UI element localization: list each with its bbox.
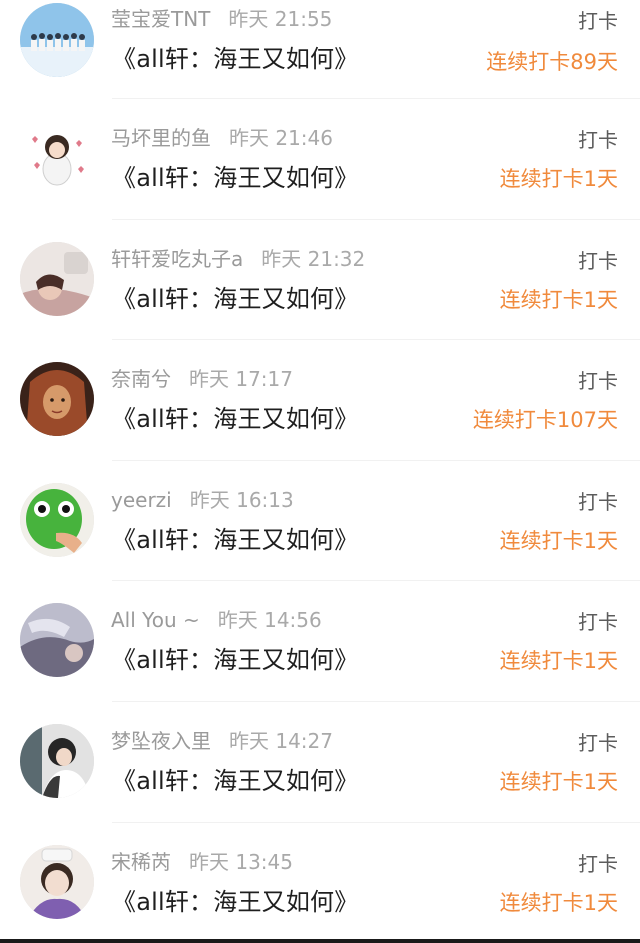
book-title[interactable]: 《all轩：海王又如何》 — [112, 42, 358, 76]
person-photo-avatar-icon — [20, 603, 94, 678]
book-title[interactable]: 《all轩：海王又如何》 — [112, 885, 358, 919]
person-photo-avatar-icon — [20, 362, 94, 437]
avatar[interactable] — [20, 603, 94, 678]
list-item[interactable]: 轩轩爱吃丸子a 昨天 21:32 《all轩：海王又如何》 打卡 连续打卡1天 — [0, 220, 640, 341]
green-mask-avatar-icon — [20, 482, 94, 557]
timestamp: 昨天 21:32 — [261, 246, 366, 271]
cartoon-character-avatar-icon — [20, 121, 94, 195]
checkin-label: 打卡 — [578, 248, 618, 273]
book-title[interactable]: 《all轩：海王又如何》 — [112, 161, 358, 195]
list-item[interactable]: 宋稀芮 昨天 13:45 《all轩：海王又如何》 打卡 连续打卡1天 — [0, 823, 640, 943]
username[interactable]: 莹宝爱TNT — [111, 7, 210, 31]
checkin-label: 打卡 — [578, 369, 618, 394]
person-photo-avatar-icon — [20, 844, 94, 919]
user-meta: 梦坠夜入里 昨天 14:27 — [111, 726, 333, 756]
person-photo-avatar-icon — [20, 241, 94, 316]
avatar[interactable] — [20, 3, 94, 77]
username[interactable]: yeerzi — [111, 488, 172, 512]
username[interactable]: 马坏里的鱼 — [111, 126, 211, 150]
checkin-list: 莹宝爱TNT 昨天 21:55 《all轩：海王又如何》 打卡 连续打卡89天 马… — [0, 0, 640, 943]
username[interactable]: 奈南兮 — [111, 367, 171, 391]
user-meta: yeerzi 昨天 16:13 — [111, 485, 294, 515]
user-meta: 莹宝爱TNT 昨天 21:55 — [111, 4, 332, 34]
streak-count: 连续打卡107天 — [472, 408, 618, 433]
timestamp: 昨天 14:56 — [217, 608, 322, 633]
list-item[interactable]: 梦坠夜入里 昨天 14:27 《all轩：海王又如何》 打卡 连续打卡1天 — [0, 702, 640, 823]
book-title[interactable]: 《all轩：海王又如何》 — [112, 282, 358, 316]
user-meta: 宋稀芮 昨天 13:45 — [111, 847, 293, 877]
user-meta: All You ~ 昨天 14:56 — [111, 605, 322, 635]
avatar[interactable] — [20, 482, 94, 557]
avatar[interactable] — [20, 121, 94, 195]
avatar[interactable] — [20, 723, 94, 798]
streak-count: 连续打卡89天 — [486, 50, 618, 74]
user-meta: 马坏里的鱼 昨天 21:46 — [111, 123, 333, 153]
checkin-label: 打卡 — [578, 128, 618, 152]
avatar[interactable] — [20, 362, 94, 437]
user-meta: 奈南兮 昨天 17:17 — [111, 364, 293, 394]
timestamp: 昨天 13:45 — [189, 849, 293, 874]
book-title[interactable]: 《all轩：海王又如何》 — [112, 643, 358, 677]
group-photo-avatar-icon — [20, 3, 94, 77]
username[interactable]: All You ~ — [111, 608, 200, 632]
book-title[interactable]: 《all轩：海王又如何》 — [112, 764, 358, 798]
bottom-edge-bar — [0, 939, 640, 943]
streak-count: 连续打卡1天 — [499, 528, 618, 553]
timestamp: 昨天 14:27 — [229, 728, 333, 753]
person-photo-avatar-icon — [20, 723, 94, 798]
list-item[interactable]: All You ~ 昨天 14:56 《all轩：海王又如何》 打卡 连续打卡1天 — [0, 581, 640, 702]
list-item[interactable]: yeerzi 昨天 16:13 《all轩：海王又如何》 打卡 连续打卡1天 — [0, 461, 640, 582]
list-item[interactable]: 莹宝爱TNT 昨天 21:55 《all轩：海王又如何》 打卡 连续打卡89天 — [0, 0, 640, 99]
timestamp: 昨天 21:55 — [228, 7, 333, 31]
username[interactable]: 宋稀芮 — [111, 850, 171, 874]
timestamp: 昨天 21:46 — [229, 126, 333, 150]
book-title[interactable]: 《all轩：海王又如何》 — [112, 523, 358, 557]
checkin-label: 打卡 — [578, 9, 618, 33]
streak-count: 连续打卡1天 — [499, 287, 618, 312]
timestamp: 昨天 16:13 — [189, 487, 294, 512]
list-item[interactable]: 马坏里的鱼 昨天 21:46 《all轩：海王又如何》 打卡 连续打卡1天 — [0, 99, 640, 220]
avatar[interactable] — [20, 241, 94, 316]
timestamp: 昨天 17:17 — [189, 367, 293, 392]
checkin-label: 打卡 — [578, 851, 618, 876]
user-meta: 轩轩爱吃丸子a 昨天 21:32 — [111, 244, 365, 274]
checkin-label: 打卡 — [578, 489, 618, 514]
book-title[interactable]: 《all轩：海王又如何》 — [112, 402, 358, 436]
streak-count: 连续打卡1天 — [499, 649, 618, 674]
checkin-label: 打卡 — [578, 610, 618, 635]
list-item[interactable]: 奈南兮 昨天 17:17 《all轩：海王又如何》 打卡 连续打卡107天 — [0, 340, 640, 461]
username[interactable]: 轩轩爱吃丸子a — [111, 247, 243, 271]
streak-count: 连续打卡1天 — [499, 167, 618, 191]
checkin-label: 打卡 — [578, 730, 618, 755]
streak-count: 连续打卡1天 — [499, 769, 618, 794]
avatar[interactable] — [20, 844, 94, 919]
username[interactable]: 梦坠夜入里 — [111, 729, 211, 753]
streak-count: 连续打卡1天 — [499, 890, 618, 915]
